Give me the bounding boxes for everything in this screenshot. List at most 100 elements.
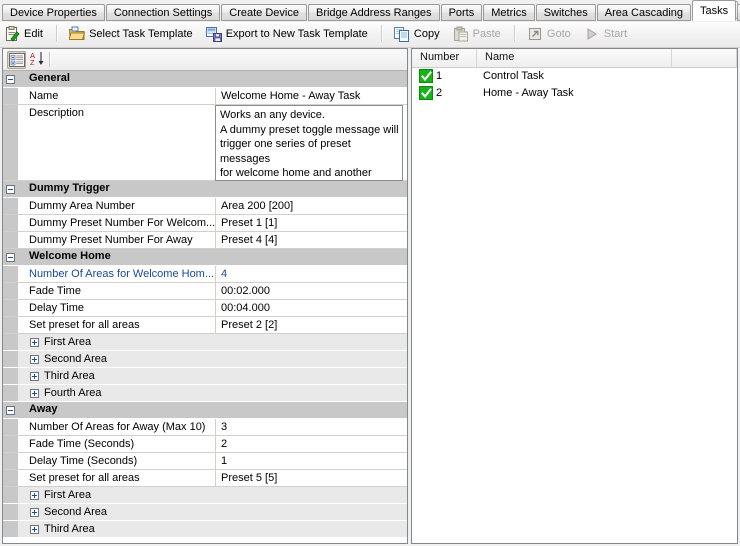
- property-category-row[interactable]: Dummy Trigger: [3, 181, 407, 198]
- folder-open-icon: [68, 26, 86, 42]
- tab-switches[interactable]: Switches: [535, 4, 596, 21]
- property-row[interactable]: Set preset for all areas Preset 2 [2]: [3, 317, 407, 334]
- tab-connection-settings[interactable]: Connection Settings: [105, 4, 221, 21]
- property-name-cell: Set preset for all areas: [18, 470, 216, 486]
- property-value-cell[interactable]: Welcome Home - Away Task: [216, 88, 407, 104]
- goto-button[interactable]: Goto: [525, 23, 576, 45]
- svg-text:Z: Z: [30, 58, 35, 66]
- property-value-text: Preset 4 [4]: [221, 234, 278, 246]
- expand-plus-icon[interactable]: [30, 508, 39, 517]
- tab-label: Ports: [448, 7, 475, 19]
- property-name-label: Dummy Area Number: [29, 200, 135, 212]
- tab-create-device[interactable]: Create Device: [221, 4, 307, 21]
- tab-tasks[interactable]: Tasks: [692, 0, 737, 21]
- property-category-row[interactable]: Away: [3, 402, 407, 419]
- property-value-cell[interactable]: Area 200 [200]: [216, 198, 407, 214]
- categorized-view-button[interactable]: [7, 51, 26, 69]
- expand-plus-icon[interactable]: [30, 372, 39, 381]
- collapse-minus-icon[interactable]: [6, 75, 15, 84]
- property-category-row[interactable]: General: [3, 71, 407, 88]
- property-value-text: 1: [221, 455, 228, 467]
- copy-button[interactable]: Copy: [392, 23, 445, 45]
- tab-metrics[interactable]: Metrics: [483, 4, 535, 21]
- task-list-row[interactable]: 1 Control Task: [412, 68, 737, 85]
- property-row[interactable]: Delay Time (Seconds) 1: [3, 453, 407, 470]
- tab-device-properties[interactable]: Device Properties: [2, 4, 105, 21]
- grid-gutter: [3, 385, 18, 401]
- property-subgroup-label: Second Area: [44, 353, 107, 365]
- property-value-cell[interactable]: Preset 5 [5]: [216, 470, 407, 486]
- grid-gutter: [3, 88, 18, 104]
- expand-plus-icon[interactable]: [30, 355, 39, 364]
- property-subgroup-row[interactable]: Second Area: [3, 504, 407, 521]
- task-number: 1: [436, 70, 443, 82]
- task-list-column-header[interactable]: [672, 49, 737, 67]
- property-value-cell[interactable]: 4: [216, 266, 407, 282]
- expand-plus-icon[interactable]: [30, 525, 39, 534]
- tab-ports[interactable]: Ports: [440, 4, 483, 21]
- grid-gutter: [3, 105, 18, 180]
- property-subgroup-row[interactable]: Fourth Area: [3, 385, 407, 402]
- property-row[interactable]: Set preset for all areas Preset 5 [5]: [3, 470, 407, 487]
- property-row[interactable]: Delay Time 00:04.000: [3, 300, 407, 317]
- property-subgroup-row[interactable]: Second Area: [3, 351, 407, 368]
- edit-button[interactable]: Edit: [2, 23, 48, 45]
- copy-label: Copy: [413, 28, 440, 40]
- tab-area-cascading[interactable]: Area Cascading: [596, 4, 692, 21]
- export-to-new-task-template-button[interactable]: Export to New Task Template: [204, 23, 373, 45]
- task-list-column-header[interactable]: Number: [412, 49, 477, 67]
- expand-plus-icon[interactable]: [30, 389, 39, 398]
- task-list-row[interactable]: 2 Home - Away Task: [412, 85, 737, 102]
- expand-plus-icon[interactable]: [30, 338, 39, 347]
- property-name-label: Fade Time: [29, 285, 81, 297]
- alphabetical-sort-button[interactable]: A Z: [29, 51, 48, 69]
- task-list-body: 1 Control Task 2 Home - Away Task: [412, 68, 737, 543]
- property-row[interactable]: Description Works an any device. A dummy …: [3, 105, 407, 208]
- property-value-cell[interactable]: Preset 2 [2]: [216, 317, 407, 333]
- property-name-cell: Name: [18, 88, 216, 104]
- select-task-template-button[interactable]: Select Task Template: [67, 23, 198, 45]
- start-button[interactable]: Start: [582, 23, 632, 45]
- grid-gutter: [3, 351, 18, 367]
- property-row[interactable]: Number Of Areas for Away (Max 10) 3: [3, 419, 407, 436]
- property-subgroup-row[interactable]: First Area: [3, 487, 407, 504]
- checkmark-icon[interactable]: [419, 86, 433, 100]
- property-row[interactable]: Fade Time 00:02.000: [3, 283, 407, 300]
- property-name-cell: Fade Time (Seconds): [18, 436, 216, 452]
- property-value-cell[interactable]: Works an any device. A dummy preset togg…: [215, 105, 403, 208]
- collapse-minus-icon[interactable]: [6, 185, 15, 194]
- task-list-column-header[interactable]: Name: [477, 49, 672, 67]
- property-row[interactable]: Dummy Preset Number For Away Preset 4 [4]: [3, 232, 407, 249]
- property-subgroup-row[interactable]: Third Area: [3, 368, 407, 385]
- property-row[interactable]: Dummy Area Number Area 200 [200]: [3, 198, 407, 215]
- property-value-cell[interactable]: 00:04.000: [216, 300, 407, 316]
- paste-label: Paste: [472, 28, 501, 40]
- property-value-cell[interactable]: 1: [216, 453, 407, 469]
- property-value-cell[interactable]: 00:02.000: [216, 283, 407, 299]
- collapse-minus-icon[interactable]: [6, 406, 15, 415]
- property-row[interactable]: Dummy Preset Number For Welcom... Preset …: [3, 215, 407, 232]
- property-row[interactable]: Name Welcome Home - Away Task: [3, 88, 407, 105]
- property-value-cell[interactable]: 2: [216, 436, 407, 452]
- property-name-cell: Delay Time: [18, 300, 216, 316]
- property-value-text: 3: [221, 421, 228, 433]
- grid-gutter: [3, 487, 18, 503]
- tab-bridge-address-ranges[interactable]: Bridge Address Ranges: [307, 4, 440, 21]
- property-category-row[interactable]: Welcome Home: [3, 249, 407, 266]
- property-value-cell[interactable]: Preset 4 [4]: [216, 232, 407, 248]
- property-subgroup-row[interactable]: Third Area: [3, 521, 407, 538]
- collapse-minus-icon[interactable]: [6, 253, 15, 262]
- tab-label: Metrics: [491, 7, 527, 19]
- property-value-cell[interactable]: 3: [216, 419, 407, 435]
- tab-label: Connection Settings: [113, 7, 213, 19]
- grid-gutter: [3, 232, 18, 248]
- checkmark-icon[interactable]: [419, 69, 433, 83]
- grid-gutter: [3, 215, 18, 231]
- expand-plus-icon[interactable]: [30, 491, 39, 500]
- property-row[interactable]: Fade Time (Seconds) 2: [3, 436, 407, 453]
- property-row[interactable]: Number Of Areas for Welcome Hom... 4: [3, 266, 407, 283]
- property-subgroup-row[interactable]: First Area: [3, 334, 407, 351]
- play-icon: [584, 26, 600, 42]
- paste-button[interactable]: Paste: [451, 23, 506, 45]
- property-value-cell[interactable]: Preset 1 [1]: [216, 215, 407, 231]
